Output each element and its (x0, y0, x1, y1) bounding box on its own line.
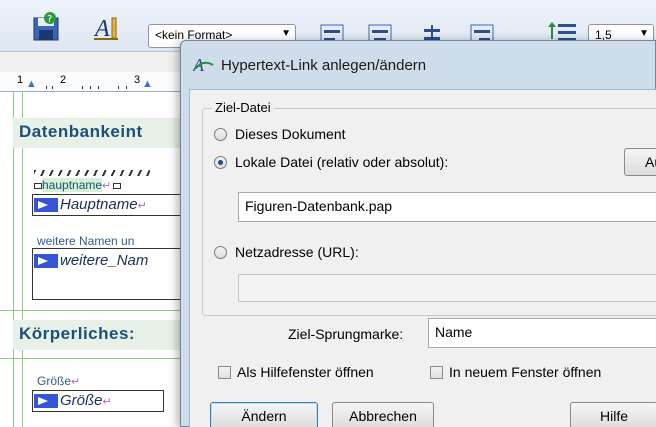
ruler-marker-icon[interactable]: ▲ (26, 78, 37, 90)
url-input[interactable] (238, 274, 656, 302)
weitere-namen-field-text: weitere_Nam (60, 252, 149, 269)
dialog-body: Ziel-Datei Dieses Dokument Lokale Datei … (189, 89, 656, 427)
abbrechen-button[interactable]: Abbrechen (332, 402, 434, 427)
hyperlink-app-icon: A (192, 55, 215, 77)
radio-lokal-label: Lokale Datei (relativ oder absolut): (235, 154, 449, 170)
checkbox-neues-fenster[interactable]: In neuem Fenster öffnen (430, 364, 601, 380)
chevron-down-icon: ▼ (639, 28, 649, 39)
hauptname-tag: hauptname↵ (34, 178, 122, 194)
radio-selected-icon (214, 156, 227, 169)
hyperlink-dialog: A Hypertext-Link anlegen/ändern Ziel-Dat… (180, 40, 656, 427)
svg-text:?: ? (47, 14, 52, 25)
browse-button[interactable]: Au (624, 148, 656, 176)
ruler-tick (126, 86, 127, 89)
checkbox-icon (218, 366, 231, 379)
layout-guide (0, 358, 200, 359)
radio-button-icon (214, 128, 227, 141)
field-hatch-marker (34, 170, 150, 176)
hauptname-tag-text: hauptname (42, 178, 103, 192)
dialog-title-bar[interactable]: A Hypertext-Link anlegen/ändern (192, 55, 427, 77)
radio-dieses-label: Dieses Dokument (235, 126, 346, 142)
checkbox-hilfefenster-label: Als Hilfefenster öffnen (237, 364, 374, 380)
weitere-namen-field[interactable]: weitere_Nam (34, 252, 148, 272)
ruler-tick (98, 86, 99, 89)
ruler-tick (52, 86, 53, 89)
radio-dieses-dokument[interactable]: Dieses Dokument (214, 126, 346, 142)
aendern-button[interactable]: Ändern (210, 402, 318, 427)
document-canvas[interactable]: Datenbankeint hauptname↵ Hauptname↵ weit… (0, 92, 203, 427)
horizontal-ruler[interactable]: 1 ▲ 2 3 ▲ (0, 72, 200, 92)
hilfe-button[interactable]: Hilfe (570, 402, 656, 427)
ruler-tick (82, 86, 83, 89)
field-arrow-icon (34, 254, 58, 269)
checkbox-hilfefenster[interactable]: Als Hilfefenster öffnen (218, 364, 374, 380)
section-heading: Datenbankeint (19, 122, 143, 141)
ruler-number: 1 (17, 74, 24, 86)
hauptname-field[interactable]: Hauptname↵ (34, 196, 147, 216)
section-heading: Körperliches: (19, 324, 136, 343)
ruler-number: 2 (60, 74, 67, 86)
groesse-label-text: Größe (37, 374, 72, 388)
radio-netz-label: Netzadresse (URL): (235, 244, 359, 260)
hauptname-field-text: Hauptname (60, 196, 138, 213)
layout-guide (0, 310, 200, 311)
ziel-datei-group-title: Ziel-Datei (212, 100, 274, 115)
checkbox-neues-fenster-label: In neuem Fenster öffnen (449, 364, 602, 380)
groesse-field[interactable]: Größe↵ (34, 392, 112, 412)
ruler-number: 3 (134, 74, 141, 86)
radio-lokale-datei[interactable]: Lokale Datei (relativ oder absolut): (214, 154, 448, 170)
groesse-label: Größe↵ (37, 374, 81, 388)
ruler-tick (46, 86, 47, 89)
field-arrow-icon (34, 394, 58, 409)
radio-button-icon (214, 246, 227, 259)
sprungmarke-label: Ziel-Sprungmarke: (288, 326, 404, 342)
ruler-tick (118, 86, 119, 89)
weitere-namen-label: weitere Namen un (37, 234, 135, 248)
chevron-down-icon: ▼ (281, 28, 291, 39)
font-style-icon[interactable]: A (92, 12, 122, 42)
groesse-field-text: Größe (60, 392, 103, 409)
ruler-tick (90, 86, 91, 89)
local-file-input[interactable]: Figuren-Datenbank.pap (238, 192, 656, 222)
field-arrow-icon (34, 198, 58, 213)
ruler-marker-icon[interactable]: ▲ (142, 78, 153, 90)
checkbox-icon (430, 366, 443, 379)
radio-netzadresse[interactable]: Netzadresse (URL): (214, 244, 359, 260)
save-disk-icon[interactable]: ? (32, 12, 62, 42)
sprungmarke-input[interactable]: Name (428, 318, 656, 348)
dialog-title: Hypertext-Link anlegen/ändern (221, 56, 427, 74)
